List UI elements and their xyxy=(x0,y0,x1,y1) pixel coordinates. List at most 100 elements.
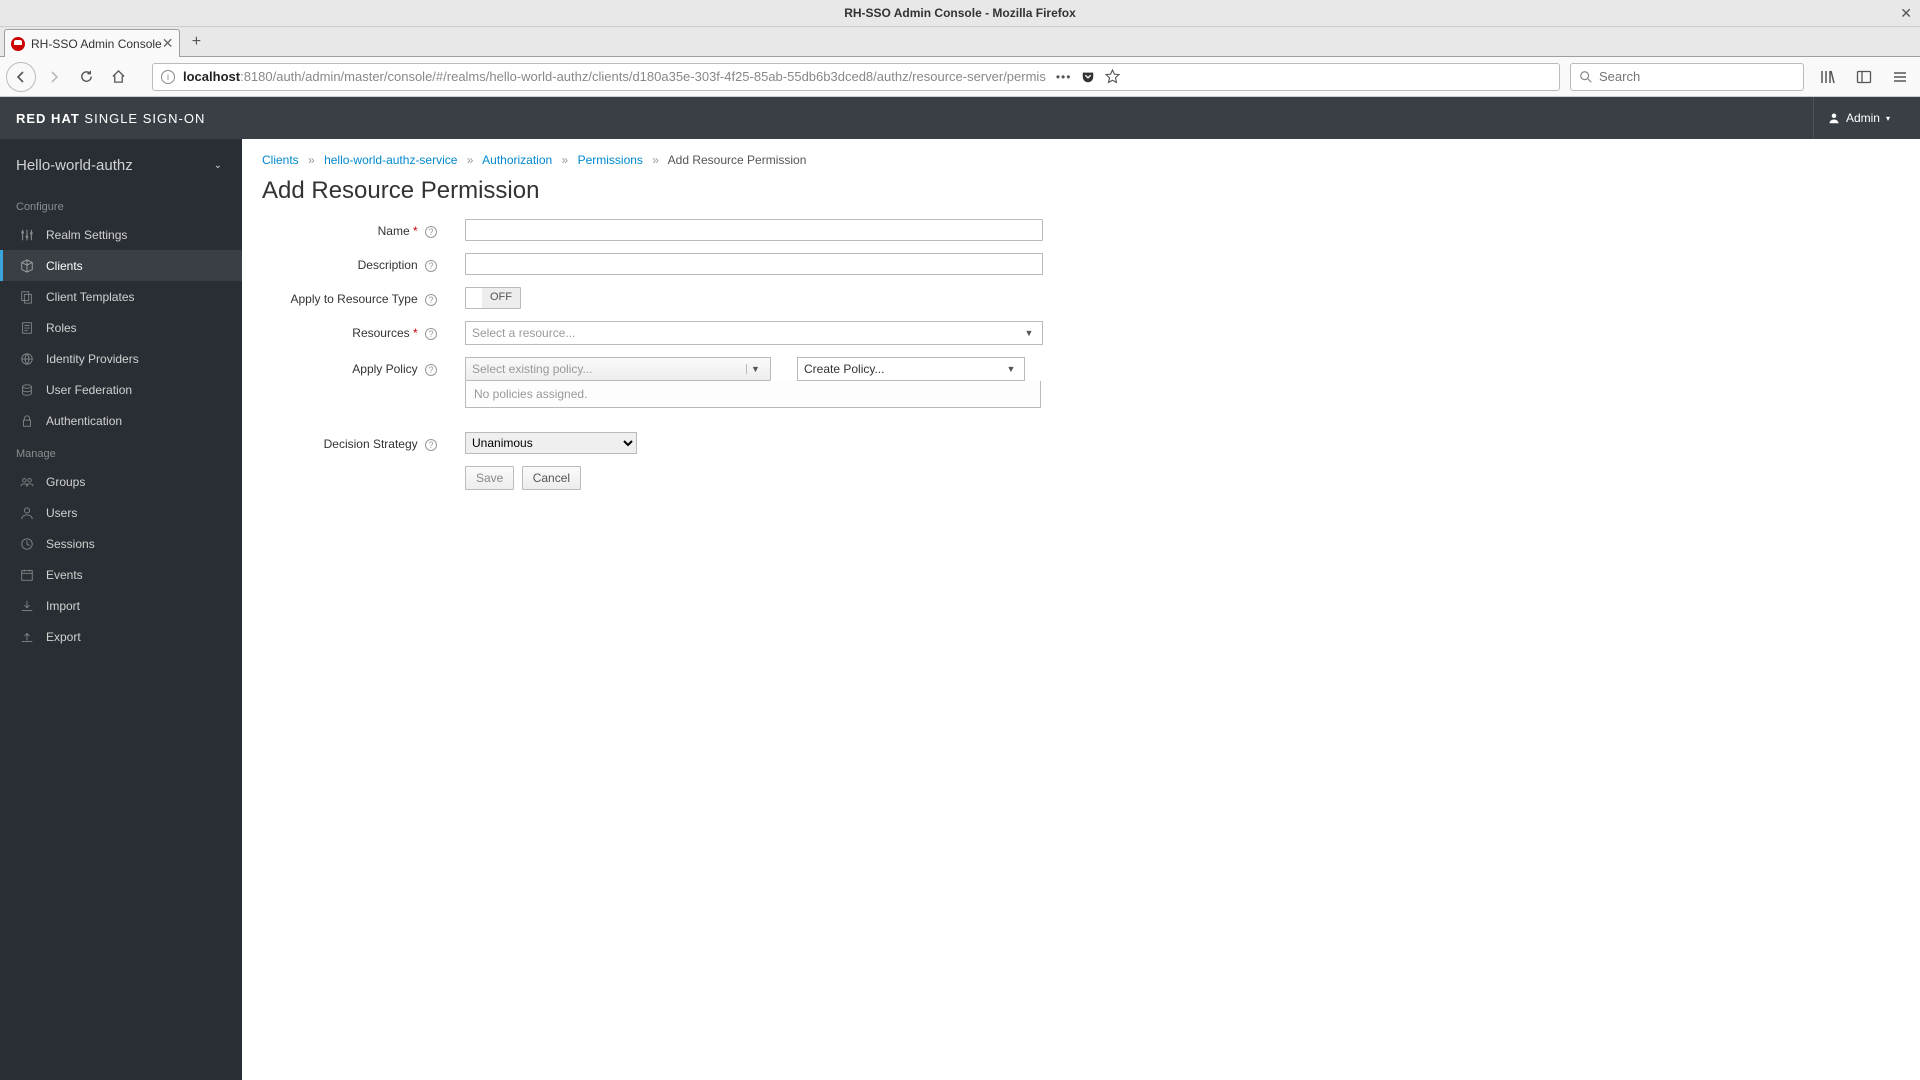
sidebar-item-label: Import xyxy=(46,599,80,613)
tab-favicon-icon xyxy=(11,37,25,51)
forward-button[interactable] xyxy=(40,63,68,91)
sidebar-item-label: Identity Providers xyxy=(46,352,139,366)
create-policy-label: Create Policy... xyxy=(804,362,884,376)
realm-name: Hello-world-authz xyxy=(16,157,133,174)
label-resources: Resources * ? xyxy=(262,321,437,340)
label-decision-strategy: Decision Strategy ? xyxy=(262,432,437,451)
url-bar[interactable]: i localhost :8180/auth/admin/master/cons… xyxy=(152,63,1560,91)
sidebar-item-user-federation[interactable]: User Federation xyxy=(0,374,242,405)
sidebar-item-identity-providers[interactable]: Identity Providers xyxy=(0,343,242,374)
calendar-icon xyxy=(19,567,34,582)
window-title: RH-SSO Admin Console - Mozilla Firefox xyxy=(844,6,1076,20)
sidebar-item-sessions[interactable]: Sessions xyxy=(0,528,242,559)
sidebar-item-clients[interactable]: Clients xyxy=(0,250,242,281)
browser-search-input[interactable] xyxy=(1599,69,1795,84)
breadcrumb-sep: » xyxy=(467,153,474,167)
hamburger-menu-icon[interactable] xyxy=(1886,63,1914,91)
sidebar-item-label: Events xyxy=(46,568,83,582)
bookmark-star-icon[interactable] xyxy=(1105,69,1120,84)
browser-navbar: i localhost :8180/auth/admin/master/cons… xyxy=(0,57,1920,97)
no-policies-message: No policies assigned. xyxy=(465,381,1041,408)
toggle-on-segment xyxy=(466,288,482,308)
label-apply-policy: Apply Policy ? xyxy=(262,357,437,376)
browser-tabbar: RH-SSO Admin Console ✕ + xyxy=(0,27,1920,57)
help-icon[interactable]: ? xyxy=(425,260,437,272)
browser-tab[interactable]: RH-SSO Admin Console ✕ xyxy=(4,29,180,57)
sidebar-item-import[interactable]: Import xyxy=(0,590,242,621)
export-icon xyxy=(19,629,34,644)
globe-icon xyxy=(19,351,34,366)
breadcrumb-link[interactable]: Clients xyxy=(262,153,299,167)
help-icon[interactable]: ? xyxy=(425,439,437,451)
sidebars-icon[interactable] xyxy=(1850,63,1878,91)
save-button[interactable]: Save xyxy=(465,466,514,490)
database-icon xyxy=(19,382,34,397)
sidebar-item-label: Roles xyxy=(46,321,77,335)
breadcrumb-sep: » xyxy=(652,153,659,167)
page-title: Add Resource Permission xyxy=(262,177,1900,205)
tab-close-icon[interactable]: ✕ xyxy=(162,35,174,52)
resource-type-toggle[interactable]: OFF xyxy=(465,287,521,309)
user-menu[interactable]: Admin ▾ xyxy=(1813,97,1904,139)
chevron-down-icon: ▼ xyxy=(746,364,764,374)
help-icon[interactable]: ? xyxy=(425,294,437,306)
sidebar-item-realm-settings[interactable]: Realm Settings xyxy=(0,219,242,250)
breadcrumb-link[interactable]: Authorization xyxy=(482,153,552,167)
description-input[interactable] xyxy=(465,253,1043,275)
sidebar-item-roles[interactable]: Roles xyxy=(0,312,242,343)
breadcrumb-sep: » xyxy=(308,153,315,167)
import-icon xyxy=(19,598,34,613)
help-icon[interactable]: ? xyxy=(425,364,437,376)
sidebar: Hello-world-authz ⌄ Configure Realm Sett… xyxy=(0,139,242,1080)
sidebar-section-manage: Manage xyxy=(0,436,242,466)
label-description: Description ? xyxy=(262,253,437,272)
resources-select[interactable]: Select a resource... ▼ xyxy=(465,321,1043,345)
new-tab-button[interactable]: + xyxy=(182,28,210,56)
sliders-icon xyxy=(19,227,34,242)
breadcrumb: Clients » hello-world-authz-service » Au… xyxy=(262,149,1900,177)
breadcrumb-link[interactable]: Permissions xyxy=(578,153,643,167)
sidebar-item-users[interactable]: Users xyxy=(0,497,242,528)
url-host: localhost xyxy=(183,69,240,84)
help-icon[interactable]: ? xyxy=(425,226,437,238)
sidebar-item-export[interactable]: Export xyxy=(0,621,242,652)
sidebar-section-configure: Configure xyxy=(0,189,242,219)
chevron-down-icon: ▼ xyxy=(1004,364,1018,374)
sidebar-item-label: Users xyxy=(46,506,77,520)
library-icon[interactable] xyxy=(1814,63,1842,91)
sidebar-item-events[interactable]: Events xyxy=(0,559,242,590)
user-icon xyxy=(19,505,34,520)
sidebar-item-client-templates[interactable]: Client Templates xyxy=(0,281,242,312)
back-button[interactable] xyxy=(6,62,36,92)
sidebar-item-authentication[interactable]: Authentication xyxy=(0,405,242,436)
user-name: Admin xyxy=(1846,111,1880,125)
reload-button[interactable] xyxy=(72,63,100,91)
name-input[interactable] xyxy=(465,219,1043,241)
breadcrumb-current: Add Resource Permission xyxy=(668,153,807,167)
pocket-icon[interactable] xyxy=(1081,70,1095,84)
cancel-button[interactable]: Cancel xyxy=(522,466,581,490)
sidebar-item-label: Export xyxy=(46,630,81,644)
window-close-icon[interactable]: ✕ xyxy=(1900,5,1912,22)
page-action-menu-icon[interactable]: ••• xyxy=(1056,70,1072,84)
breadcrumb-sep: » xyxy=(562,153,569,167)
realm-selector[interactable]: Hello-world-authz ⌄ xyxy=(0,139,242,189)
document-icon xyxy=(19,320,34,335)
sidebar-item-label: Realm Settings xyxy=(46,228,127,242)
info-icon[interactable]: i xyxy=(161,70,175,84)
help-icon[interactable]: ? xyxy=(425,328,437,340)
brand-logo: RED HAT SINGLE SIGN-ON xyxy=(16,111,205,126)
sidebar-item-label: Groups xyxy=(46,475,85,489)
sidebar-item-label: Clients xyxy=(46,259,83,273)
window-titlebar: RH-SSO Admin Console - Mozilla Firefox ✕ xyxy=(0,0,1920,27)
breadcrumb-link[interactable]: hello-world-authz-service xyxy=(324,153,457,167)
existing-policy-select[interactable]: Select existing policy... ▼ xyxy=(465,357,771,381)
browser-search-bar[interactable] xyxy=(1570,63,1804,91)
home-button[interactable] xyxy=(104,63,132,91)
decision-strategy-select[interactable]: Unanimous xyxy=(465,432,637,454)
create-policy-select[interactable]: Create Policy... ▼ xyxy=(797,357,1025,381)
label-resource-type: Apply to Resource Type ? xyxy=(262,287,437,306)
sidebar-item-groups[interactable]: Groups xyxy=(0,466,242,497)
chevron-down-icon: ▾ xyxy=(1886,114,1890,123)
sidebar-item-label: Authentication xyxy=(46,414,122,428)
